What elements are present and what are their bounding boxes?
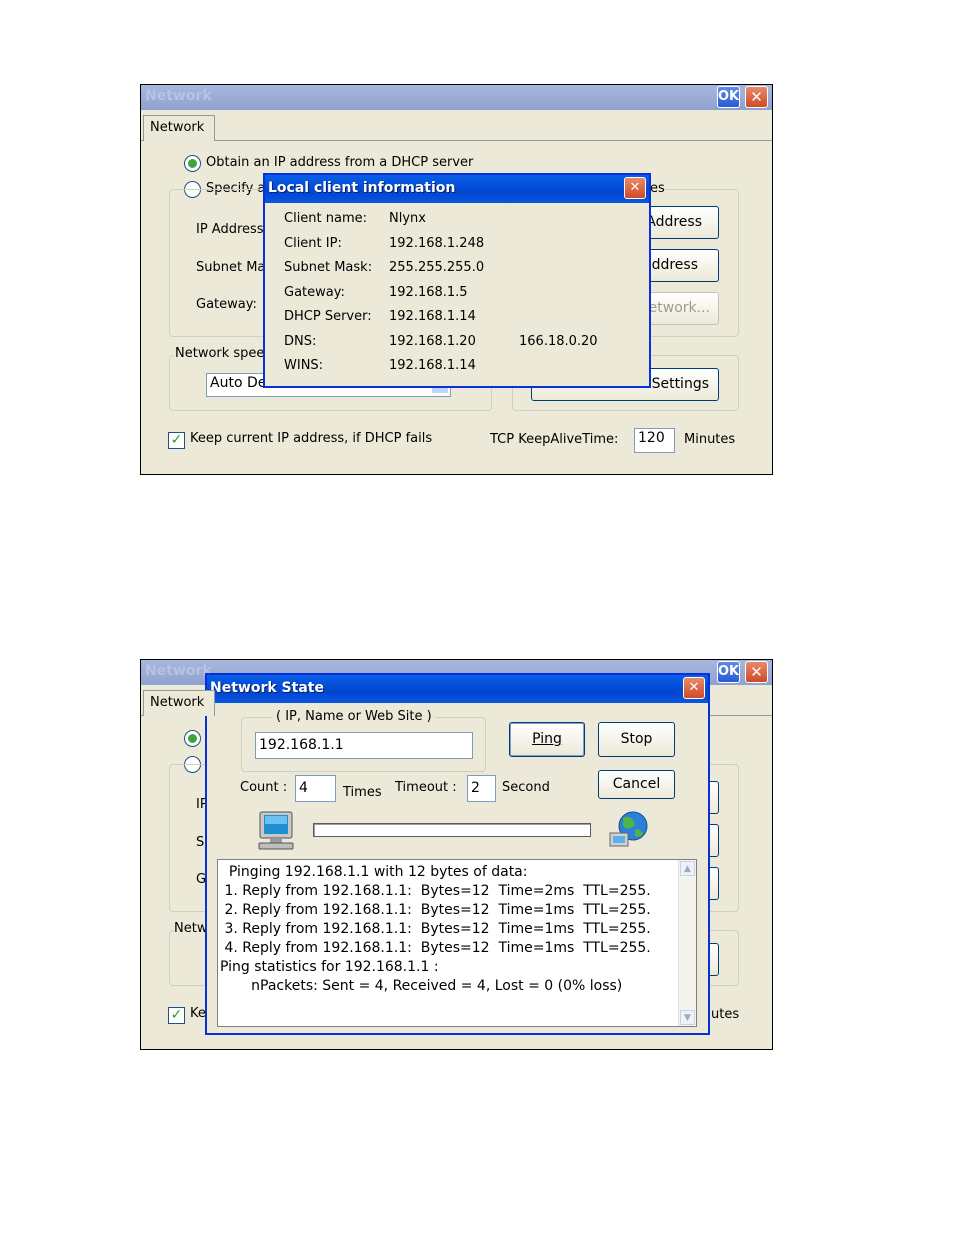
log-scrollbar[interactable]: ▲ ▼ [678, 860, 696, 1026]
log-line: Pinging 192.168.1.1 with 12 bytes of dat… [220, 864, 528, 880]
dialog-titlebar: Network State ✕ [207, 675, 708, 703]
log-line: Ping statistics for 192.168.1.1 : [220, 959, 439, 975]
count-input[interactable]: 4 [295, 775, 336, 802]
speed-select-value: Auto De [210, 375, 267, 391]
client-info-value: 192.168.1.5 [389, 284, 468, 300]
count-label: Count : [240, 780, 288, 795]
gateway-label: Gateway: [196, 297, 257, 312]
timeout-label: Timeout : [395, 780, 457, 795]
client-info-label: Client IP: [284, 235, 342, 251]
dialog-title: Local client information [268, 180, 456, 196]
ok-button[interactable]: OK [717, 86, 740, 108]
stop-button[interactable]: Stop [598, 722, 675, 757]
client-info-label: Subnet Mask: [284, 260, 373, 275]
network-speed-label: Netw [174, 921, 208, 936]
log-lines: Pinging 192.168.1.1 with 12 bytes of dat… [218, 860, 696, 996]
keepalive-label: TCP KeepAliveTime: [490, 432, 619, 447]
ping-progress-bar [313, 823, 591, 837]
close-icon[interactable]: ✕ [745, 661, 768, 683]
network-state-dialog: Network State ✕ ( IP, Name or Web Site )… [205, 673, 710, 1035]
close-icon[interactable]: ✕ [745, 86, 768, 108]
tab-network[interactable]: Network [143, 115, 215, 141]
address-button-1-label: Address [646, 214, 702, 230]
log-line: 3. Reply from 192.168.1.1: Bytes=12 Time… [220, 921, 651, 937]
client-info-value: 255.255.255.0 [389, 260, 485, 275]
client-info-value: 192.168.1.248 [389, 235, 485, 251]
scroll-up-icon[interactable]: ▲ [680, 861, 695, 876]
ok-button[interactable]: OK [717, 661, 740, 683]
log-line: nPackets: Sent = 4, Received = 4, Lost =… [220, 978, 623, 994]
close-icon[interactable]: ✕ [624, 177, 646, 199]
client-info-value: Nlynx [389, 211, 426, 226]
client-info-label: DHCP Server: [284, 309, 372, 324]
window-title: Network [145, 88, 212, 104]
local-client-info-dialog: Local client information ✕ Client name: N… [263, 173, 651, 388]
tab-network[interactable]: Network [143, 690, 215, 716]
minutes-label: utes [711, 1007, 740, 1022]
timeout-input[interactable]: 2 [467, 775, 496, 802]
tab-strip: Network [141, 110, 772, 141]
keep-ip-label: Keep current IP address, if DHCP fails [190, 431, 433, 446]
ping-button[interactable]: Ping [509, 722, 585, 757]
log-line: 1. Reply from 192.168.1.1: Bytes=12 Time… [220, 883, 651, 899]
log-line: 2. Reply from 192.168.1.1: Bytes=12 Time… [220, 902, 651, 918]
keep-ip-checkbox[interactable]: ✓ [168, 1007, 185, 1024]
window-title: Network [145, 663, 212, 679]
stop-button-label: Stop [620, 731, 653, 747]
client-info-label: Gateway: [284, 284, 345, 300]
client-info-value: 192.168.1.20 [389, 333, 476, 349]
ping-output-log[interactable]: Pinging 192.168.1.1 with 12 bytes of dat… [217, 859, 697, 1027]
dialog-title: Network State [210, 680, 324, 696]
client-info-value-secondary: 166.18.0.20 [519, 333, 598, 349]
scroll-down-icon[interactable]: ▼ [680, 1010, 695, 1025]
dhcp-radio[interactable] [184, 155, 201, 172]
window-titlebar: Network OK ✕ [141, 85, 772, 110]
keep-ip-label: Ke [190, 1006, 206, 1021]
network-button-label: etwork... [648, 300, 710, 316]
address-button-2-label: ddress [651, 257, 698, 273]
keep-ip-checkbox[interactable]: ✓ [168, 432, 185, 449]
network-window-2: Network OK ✕ Network IP S G Netw ✓ Ke ut… [140, 659, 773, 1050]
times-label: Times [343, 785, 382, 800]
ping-button-label: Ping [532, 731, 562, 747]
client-info-label: Client name: [284, 211, 368, 226]
ip-address-label: IP Address [196, 222, 264, 237]
dhcp-radio[interactable] [184, 730, 201, 747]
second-label: Second [502, 780, 550, 795]
cancel-button-label: Cancel [612, 776, 661, 792]
client-info-value: 192.168.1.14 [389, 309, 476, 324]
keepalive-input[interactable]: 120 [634, 428, 675, 453]
subnet-mask-label: S [196, 835, 205, 850]
log-line: 4. Reply from 192.168.1.1: Bytes=12 Time… [220, 940, 651, 956]
client-info-value: 192.168.1.14 [389, 358, 476, 373]
cancel-button[interactable]: Cancel [598, 770, 675, 799]
network-speed-label: Network spee [174, 346, 266, 361]
target-input[interactable]: 192.168.1.1 [255, 732, 473, 759]
network-window-1: Network OK ✕ Network Obtain an IP addres… [140, 84, 773, 475]
client-info-label: WINS: [284, 358, 324, 373]
subnet-mask-label: Subnet Ma [196, 260, 266, 275]
dialog-titlebar: Local client information ✕ [265, 175, 649, 203]
computer-icon [255, 811, 299, 851]
globe-icon [607, 809, 651, 851]
tab-divider [141, 140, 772, 141]
minutes-label: Minutes [684, 432, 736, 447]
client-info-label: DNS: [284, 333, 317, 349]
dhcp-option-label: Obtain an IP address from a DHCP server [206, 155, 474, 170]
dns-group-label: es [650, 181, 665, 196]
close-icon[interactable]: ✕ [683, 677, 705, 699]
settings-button-label: Settings [651, 376, 709, 392]
target-group-label: ( IP, Name or Web Site ) [273, 709, 435, 724]
